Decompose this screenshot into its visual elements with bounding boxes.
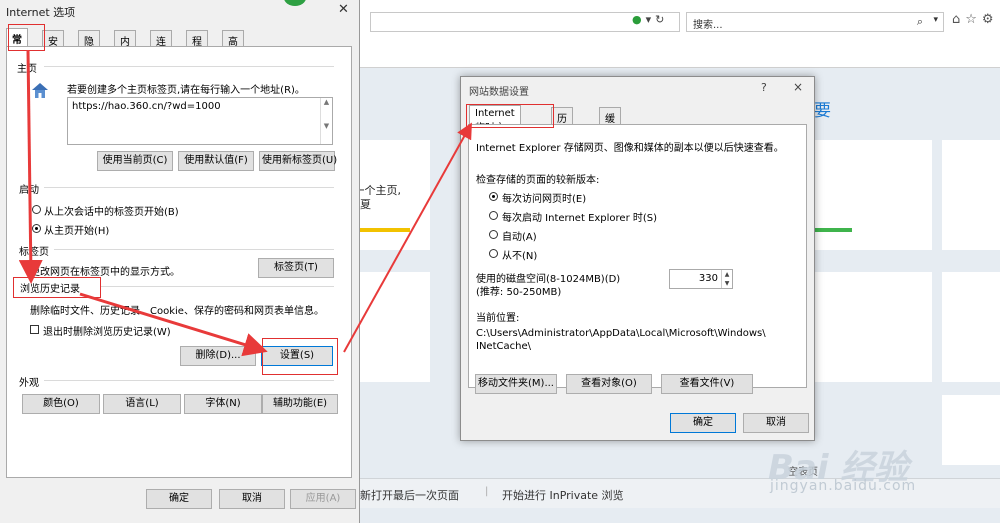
annotation-arrow bbox=[343, 122, 472, 353]
annotation-arrow bbox=[18, 49, 43, 284]
annotation-arrow bbox=[79, 292, 268, 357]
annotation-arrows bbox=[18, 49, 472, 357]
